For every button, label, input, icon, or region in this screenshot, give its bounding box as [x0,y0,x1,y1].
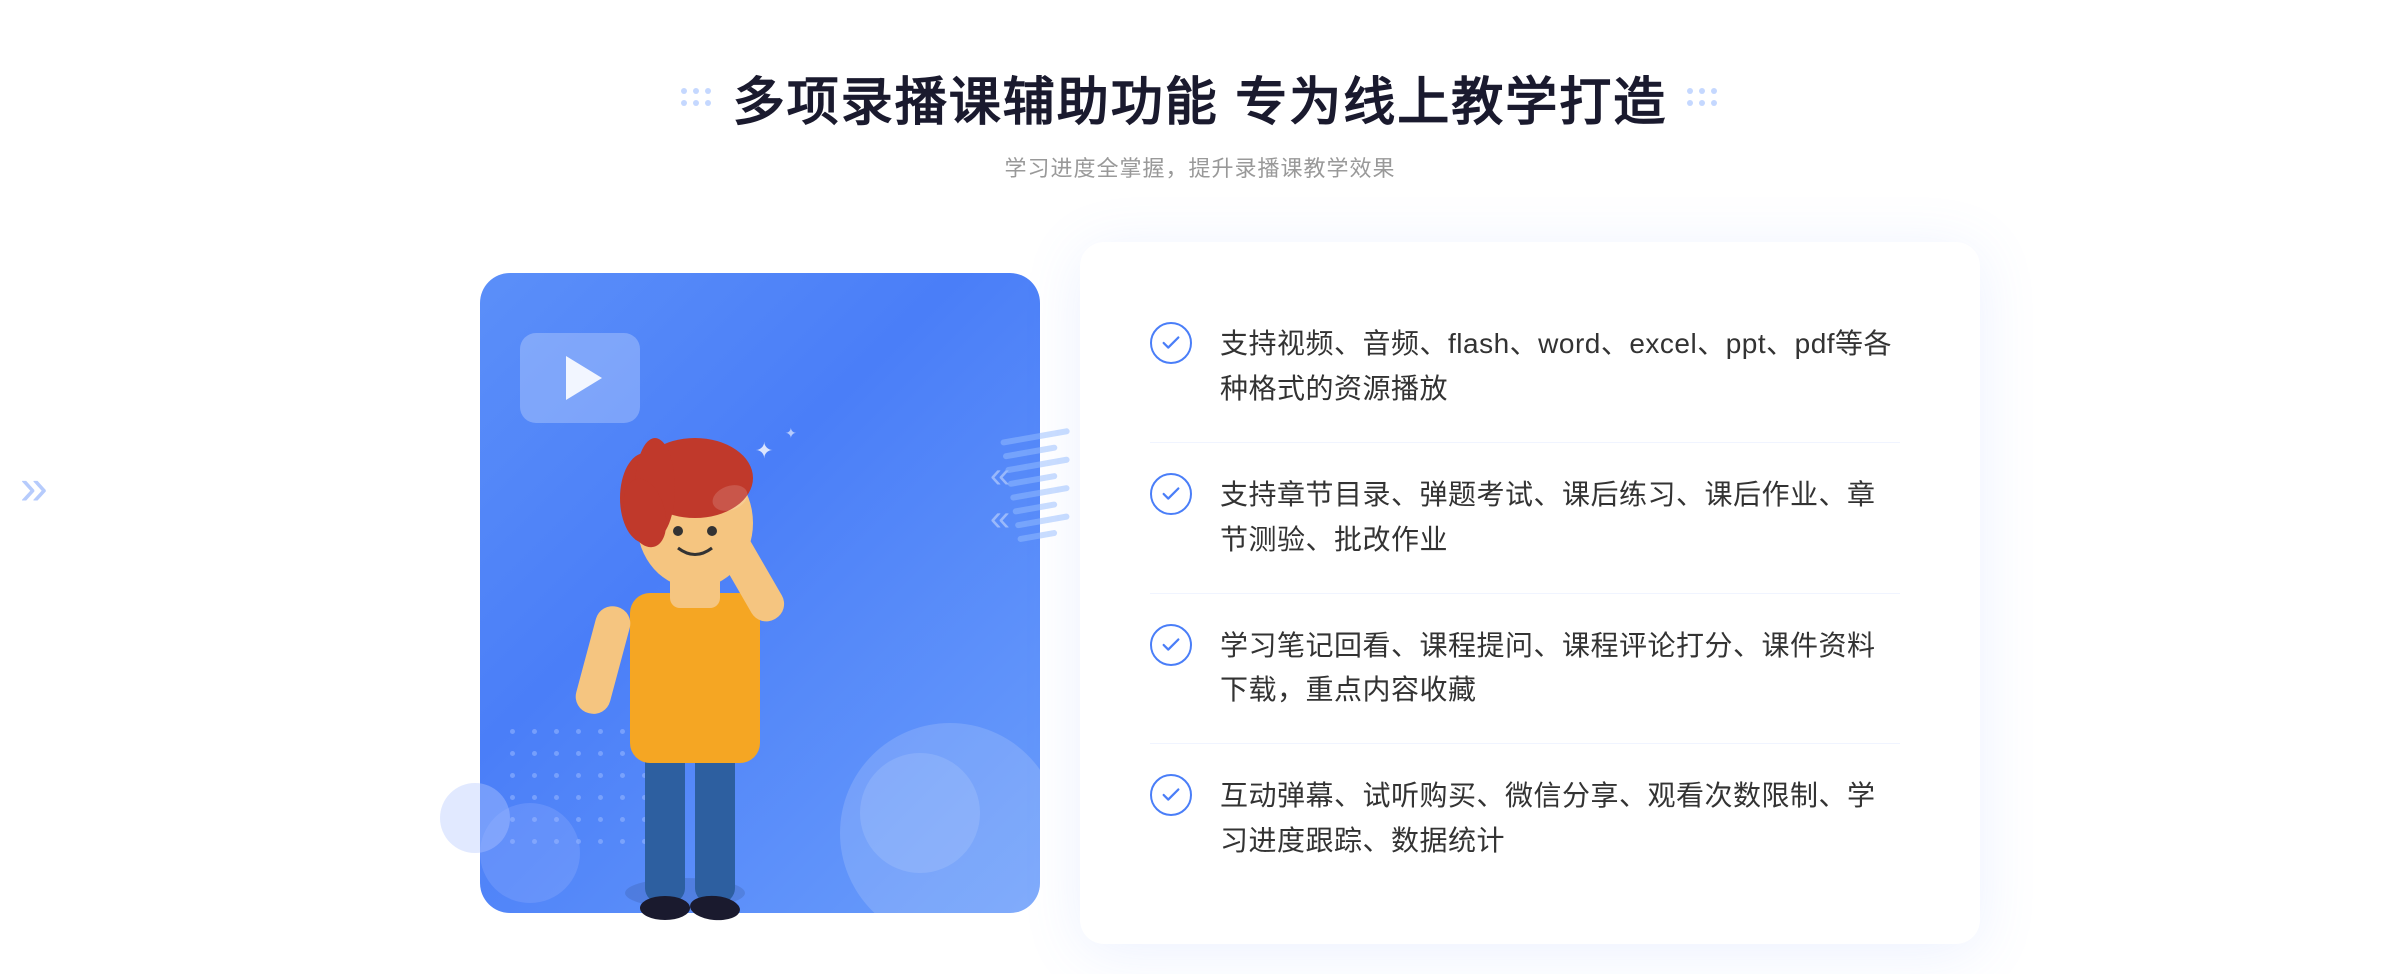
svg-text:✦: ✦ [785,425,797,441]
feature-item-1: 支持视频、音频、flash、word、excel、ppt、pdf等各种格式的资源… [1150,292,1900,443]
feature-text-2: 支持章节目录、弹题考试、课后练习、课后作业、章节测验、批改作业 [1220,473,1900,563]
feature-item-4: 互动弹幕、试听购买、微信分享、观看次数限制、学习进度跟踪、数据统计 [1150,744,1900,894]
svg-text:✦: ✦ [755,438,773,463]
illustration-wrapper: «« [420,233,1100,953]
left-title-dots [681,88,713,108]
subtitle: 学习进度全掌握，提升录播课教学效果 [1004,151,1395,183]
features-panel: 支持视频、音频、flash、word、excel、ppt、pdf等各种格式的资源… [1080,242,1980,943]
check-icon-4 [1150,774,1192,816]
main-title: 多项录播课辅助功能 专为线上教学打造 [733,60,1667,135]
right-title-dots [1687,88,1719,108]
check-icon-3 [1150,624,1192,666]
deco-circle-md [480,803,580,903]
chevrons-left-icon: » [20,462,48,512]
feature-text-3: 学习笔记回看、课程提问、课程评论打分、课件资料下载，重点内容收藏 [1220,624,1900,714]
feature-item-2: 支持章节目录、弹题考试、课后练习、课后作业、章节测验、批改作业 [1150,443,1900,594]
feature-text-1: 支持视频、音频、flash、word、excel、ppt、pdf等各种格式的资源… [1220,322,1900,412]
feature-text-4: 互动弹幕、试听购买、微信分享、观看次数限制、学习进度跟踪、数据统计 [1220,774,1900,864]
check-icon-2 [1150,473,1192,515]
bg-deco-left: » [20,462,48,512]
feature-item-3: 学习笔记回看、课程提问、课程评论打分、课件资料下载，重点内容收藏 [1150,594,1900,745]
title-row: 多项录播课辅助功能 专为线上教学打造 [681,60,1719,135]
check-icon-1 [1150,322,1192,364]
content-area: «« [400,233,2000,953]
page-container: » 多项录播课辅助功能 专为线上教学打造 学习进度全掌握，提升录播课教学效果 [0,0,2400,974]
header-section: 多项录播课辅助功能 专为线上教学打造 学习进度全掌握，提升录播课教学效果 [681,60,1719,183]
